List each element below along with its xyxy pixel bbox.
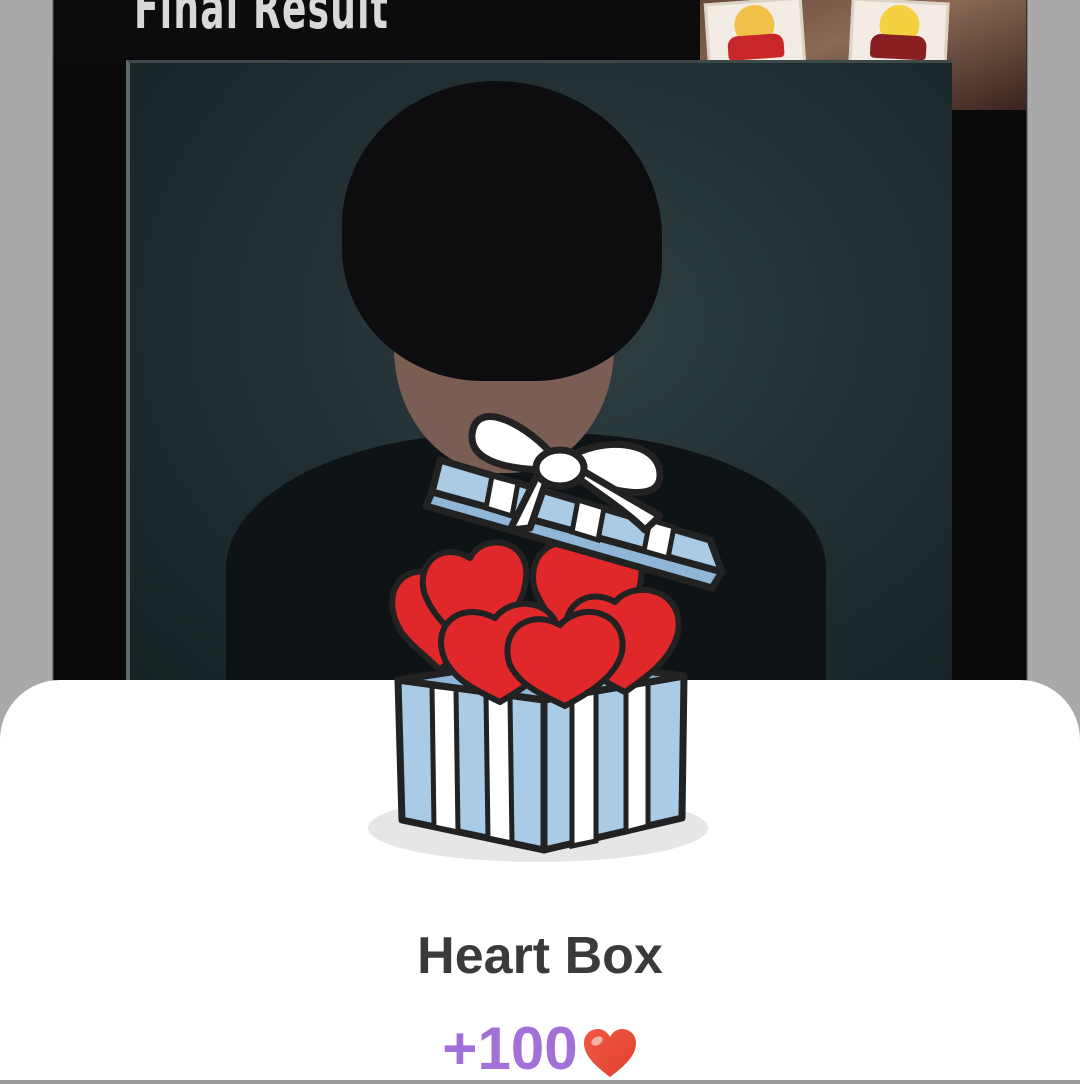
reward-amount-row: +100	[0, 1014, 1080, 1084]
heart-icon	[583, 1029, 636, 1078]
result-title: Final Result	[134, 0, 390, 42]
reward-item-name: Heart Box	[417, 927, 663, 985]
heart-box-icon	[368, 413, 726, 862]
reward-amount: +100	[442, 1015, 578, 1082]
